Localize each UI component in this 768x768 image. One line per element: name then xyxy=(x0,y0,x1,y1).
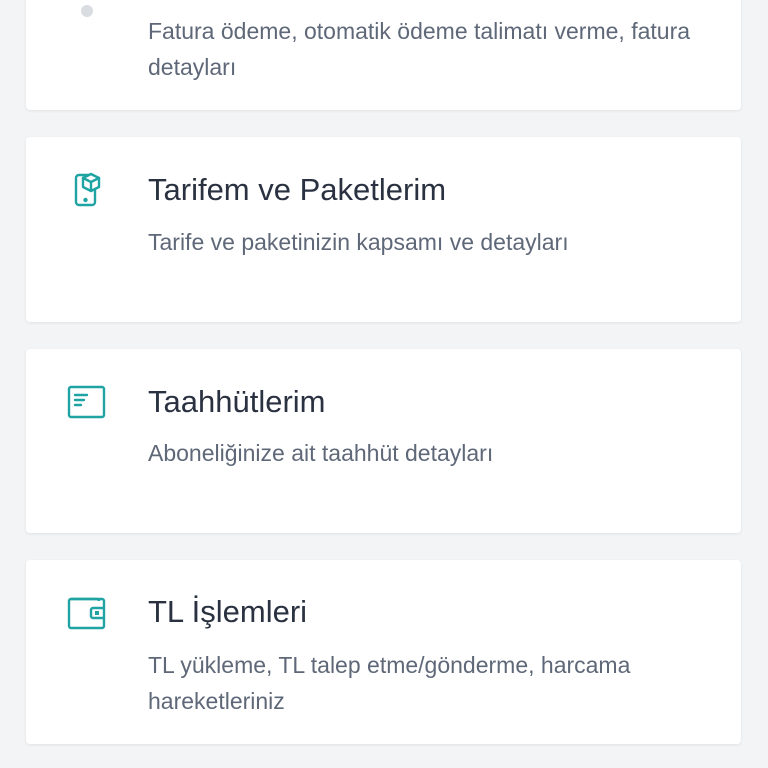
card-title: Taahhütlerim xyxy=(148,384,326,419)
card-title: TL İşlemleri xyxy=(148,594,308,629)
card-description: TL yükleme, TL talep etme/gönderme, harc… xyxy=(148,652,631,714)
card-commitments[interactable]: Taahhütlerim Aboneliğinize ait taahhüt d… xyxy=(26,349,741,533)
bill-icon xyxy=(66,0,108,32)
contract-icon xyxy=(66,381,108,423)
wallet-icon xyxy=(66,591,108,633)
card-tl-transactions[interactable]: TL İşlemleri TL yükleme, TL talep etme/g… xyxy=(26,560,741,744)
card-title: Tarifem ve Paketlerim xyxy=(148,172,447,207)
card-bills[interactable]: Fatura ödeme, otomatik ödeme talimatı ve… xyxy=(26,0,741,110)
card-description: Aboneliğinize ait taahhüt detayları xyxy=(148,440,494,466)
card-tariff-packages[interactable]: Tarifem ve Paketlerim Tarife ve paketini… xyxy=(26,137,741,322)
card-description: Fatura ödeme, otomatik ödeme talimatı ve… xyxy=(148,18,691,80)
card-description: Tarife ve paketinizin kapsamı ve detayla… xyxy=(148,229,569,255)
package-phone-icon xyxy=(66,169,108,211)
